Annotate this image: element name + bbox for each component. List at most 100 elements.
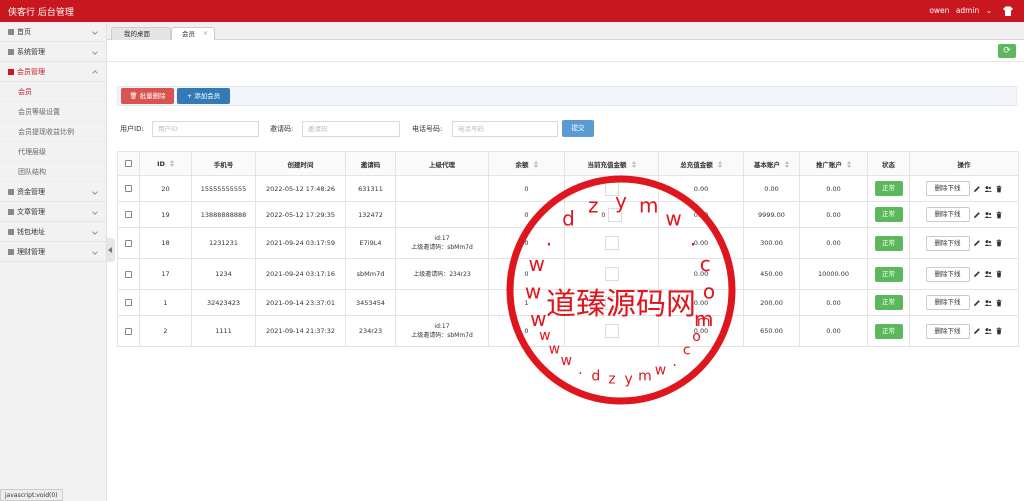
users-icon[interactable] (984, 185, 992, 193)
close-icon[interactable]: × (203, 28, 208, 40)
table-row: 2 1111 2021-09-14 21:37:32 234r23 id:17 上级邀请码… (117, 315, 1019, 347)
refresh-button[interactable]: ⟳ (998, 44, 1016, 58)
users-icon[interactable] (984, 270, 992, 278)
cell-actions: 删除下线 (909, 201, 1019, 228)
delete-downline-button[interactable]: 删除下线 (925, 323, 970, 339)
delete-downline-button[interactable]: 删除下线 (925, 207, 970, 222)
trash-icon[interactable] (995, 270, 1003, 278)
trash-icon[interactable] (995, 211, 1003, 219)
sidebar-subitem-member[interactable]: 会员 (0, 82, 106, 102)
trash-icon[interactable] (995, 299, 1003, 307)
row-checkbox[interactable] (125, 270, 132, 278)
delete-downline-button[interactable]: 删除下线 (925, 235, 970, 251)
edit-icon[interactable] (973, 270, 981, 278)
sidebar-item-members[interactable]: 会员管理 (0, 62, 106, 82)
user-menu[interactable]: owen admin ⌄ (925, 6, 992, 15)
add-member-button[interactable]: + 添加会员 (177, 88, 230, 104)
batch-delete-button[interactable]: 🗑 批量删除 (121, 88, 174, 104)
menu-icon (8, 29, 14, 35)
shirt-icon[interactable] (1002, 5, 1014, 17)
parent-id: id:17 (434, 323, 450, 330)
edit-icon[interactable] (973, 211, 981, 219)
cell-status: 正常 (867, 289, 910, 316)
cell-parent: 上级邀请码：234r23 (395, 258, 489, 290)
tab-members[interactable]: 会员 × (171, 27, 215, 40)
sidebar-subitem-team[interactable]: 团队结构 (0, 162, 106, 182)
tab-desktop[interactable]: 我的桌面 (111, 27, 171, 40)
sort-icon[interactable] (785, 161, 789, 168)
edit-icon[interactable] (973, 327, 981, 335)
trash-icon[interactable] (995, 327, 1003, 335)
cell-phone: 1234 (191, 258, 256, 290)
delete-downline-button[interactable]: 删除下线 (925, 181, 970, 196)
cell-status: 正常 (867, 175, 910, 202)
column-header-basic[interactable]: 基本账户 (743, 151, 800, 176)
cell-status: 正常 (867, 201, 910, 228)
row-checkbox[interactable] (125, 327, 132, 335)
status-button[interactable]: 正常 (874, 323, 903, 339)
cell-created: 2021-09-14 23:37:01 (255, 289, 346, 316)
row-checkbox[interactable] (125, 239, 132, 247)
edit-icon[interactable] (973, 299, 981, 307)
sidebar-item-wallet[interactable]: 钱包地址 (0, 222, 106, 242)
delete-downline-button[interactable]: 删除下线 (925, 266, 970, 282)
column-header-total[interactable]: 总充值金额 (658, 151, 744, 176)
recharge-input[interactable] (604, 324, 619, 338)
column-header-recharge[interactable]: 当前充值金额 (564, 151, 659, 176)
row-checkbox[interactable] (125, 185, 132, 192)
row-select-cell (117, 258, 140, 290)
users-icon[interactable] (984, 327, 992, 335)
sort-icon[interactable] (847, 161, 851, 168)
select-all-checkbox[interactable] (125, 160, 132, 167)
row-checkbox[interactable] (125, 299, 132, 306)
column-header-balance[interactable]: 余额 (488, 151, 565, 176)
sort-icon[interactable] (631, 161, 636, 168)
status-button[interactable]: 正常 (874, 207, 903, 222)
sidebar-subitem-member-level[interactable]: 会员等级设置 (0, 102, 106, 122)
row-checkbox[interactable] (125, 211, 132, 218)
trash-icon[interactable] (995, 185, 1003, 193)
status-button[interactable]: 正常 (874, 266, 903, 282)
sidebar-subitem-withdraw-ratio[interactable]: 会员提现收益比例 (0, 122, 106, 142)
users-icon[interactable] (984, 211, 992, 219)
phone-input[interactable]: 电话号码 (452, 121, 558, 137)
cell-phone: 32423423 (191, 289, 256, 316)
sidebar-item-finance[interactable]: 理财管理 (0, 242, 106, 262)
invite-code-input[interactable]: 邀请码 (302, 121, 400, 137)
recharge-input[interactable] (604, 267, 619, 281)
chevron-down-icon (92, 209, 98, 215)
sort-icon[interactable] (717, 161, 722, 168)
edit-icon[interactable] (973, 185, 981, 193)
status-button[interactable]: 正常 (874, 181, 903, 196)
cell-phone: 1111 (191, 315, 256, 347)
users-icon[interactable] (984, 239, 992, 247)
edit-icon[interactable] (973, 239, 981, 247)
users-icon[interactable] (984, 299, 992, 307)
recharge-input[interactable] (604, 236, 619, 250)
recharge-input[interactable] (607, 207, 622, 222)
column-header-promo[interactable]: 推广账户 (799, 151, 868, 176)
recharge-input[interactable] (604, 295, 619, 310)
column-header-id[interactable]: ID (139, 151, 192, 176)
cell-total: 0.00 (658, 227, 744, 259)
sidebar-item-home[interactable]: 首页 (0, 22, 106, 42)
sort-icon[interactable] (533, 161, 538, 168)
status-button[interactable]: 正常 (874, 235, 903, 251)
recharge-input[interactable] (604, 181, 619, 196)
user-id-input[interactable]: 用户ID (152, 121, 259, 137)
trash-icon[interactable] (995, 239, 1003, 247)
cell-status: 正常 (867, 315, 910, 347)
cell-actions: 删除下线 (909, 315, 1019, 347)
trash-icon: 🗑 (129, 92, 140, 100)
delete-downline-button[interactable]: 删除下线 (925, 295, 970, 310)
sidebar-item-funds[interactable]: 资金管理 (0, 182, 106, 202)
sidebar-subitem-agent-level[interactable]: 代理层级 (0, 142, 106, 162)
sidebar-item-system[interactable]: 系统管理 (0, 42, 106, 62)
sidebar-item-articles[interactable]: 文章管理 (0, 202, 106, 222)
search-submit-button[interactable]: 提交 (562, 120, 594, 137)
cell-phone: 15555555555 (191, 175, 256, 202)
cell-balance: 1 (488, 289, 565, 316)
main-content: ⟳ 🗑 批量删除 + 添加会员 用户ID: 用户ID 邀请码: 邀请码 电话号码… (107, 40, 1024, 501)
status-button[interactable]: 正常 (874, 295, 903, 310)
sort-icon[interactable] (169, 160, 174, 167)
